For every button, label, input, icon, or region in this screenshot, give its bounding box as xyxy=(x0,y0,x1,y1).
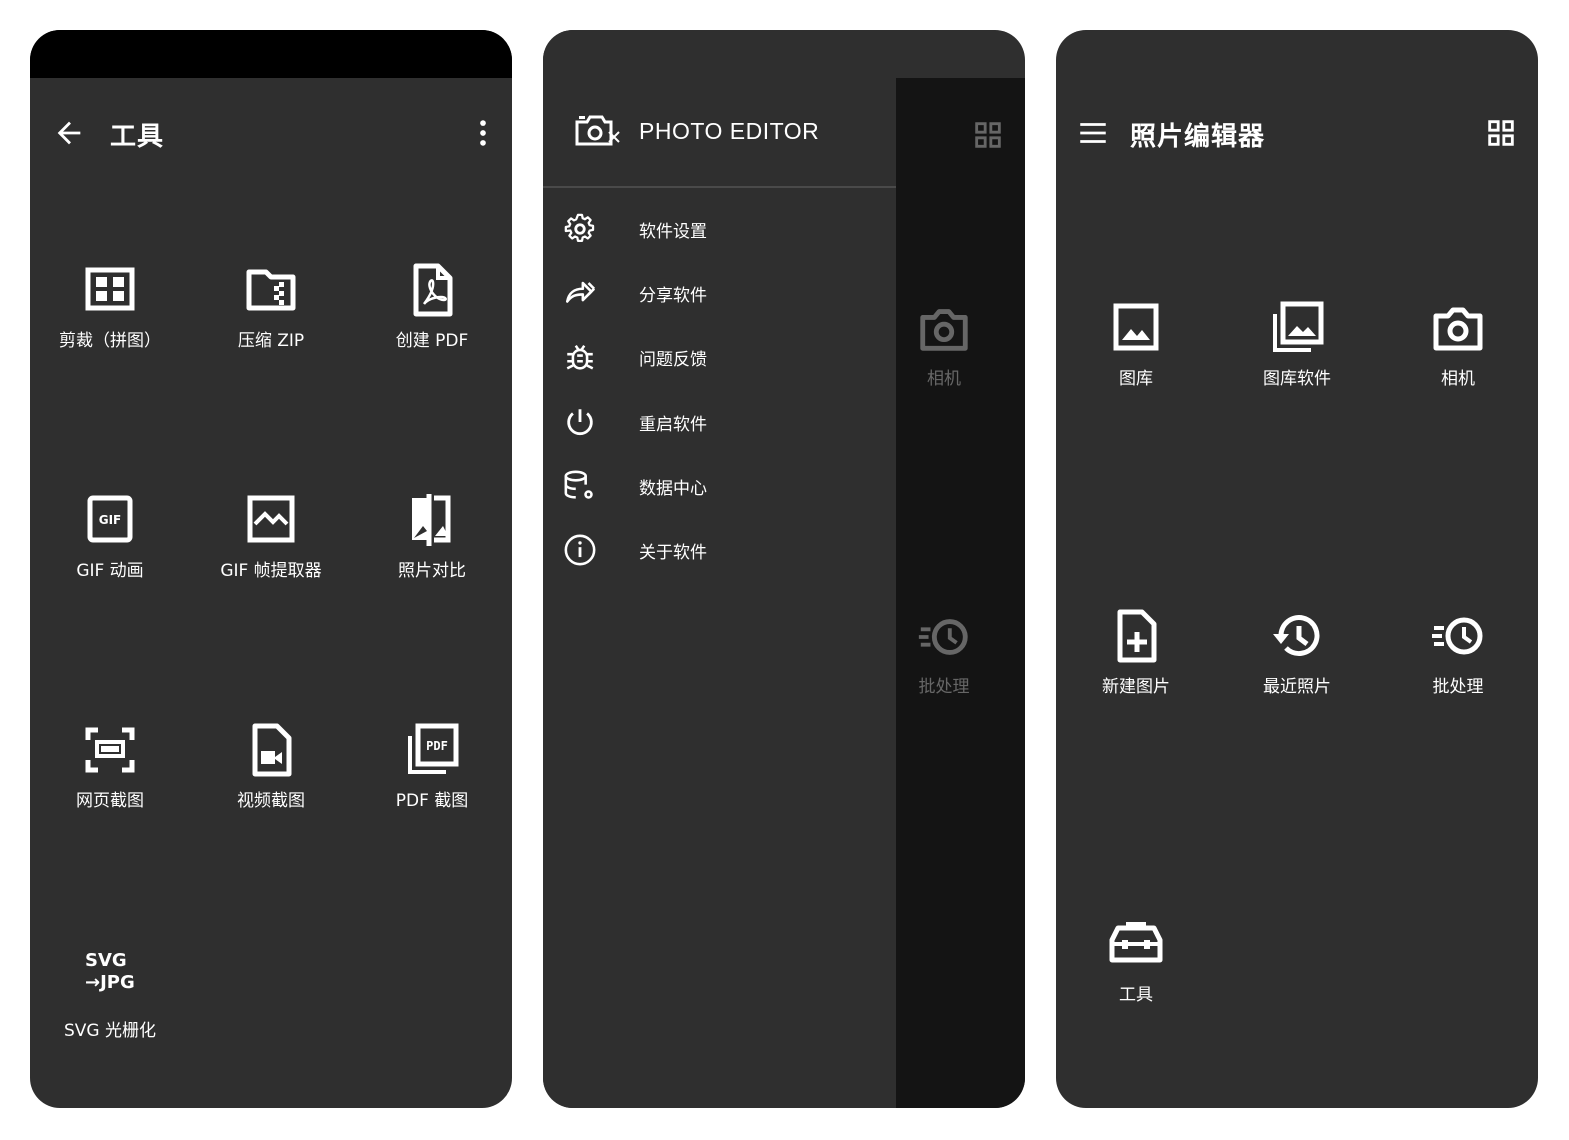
home-label: 工具 xyxy=(1119,985,1153,1005)
collage-grid-icon xyxy=(80,260,140,320)
behind-item-batch: 批处理 xyxy=(894,608,994,697)
drawer-brand: PHOTO EDITOR xyxy=(639,118,820,144)
new-file-icon xyxy=(1106,606,1166,666)
tool-item-gif-extractor[interactable]: GIF 帧提取器 xyxy=(191,490,351,581)
camera-icon xyxy=(915,300,973,358)
tool-item-svg-rasterize[interactable]: SVG →JPG SVG 光栅化 xyxy=(30,950,190,1041)
home-item-new-image[interactable]: 新建图片 xyxy=(1056,606,1216,697)
tool-label: 压缩 ZIP xyxy=(237,331,305,351)
tool-item-video-screenshot[interactable]: 视频截图 xyxy=(191,720,351,811)
info-icon xyxy=(563,533,597,567)
camera-icon xyxy=(1428,298,1488,358)
batch-clock-icon xyxy=(1428,606,1488,666)
tool-item-zip[interactable]: 压缩 ZIP xyxy=(191,260,351,351)
compare-icon xyxy=(402,490,462,550)
tool-label: GIF 动画 xyxy=(76,561,144,581)
behind-label: 相机 xyxy=(927,369,961,389)
screenshot-icon xyxy=(80,720,140,780)
drawer-screen: 相机 批处理 PHOTO EDITOR 软件设置 分享软件 问题反馈 重启软件 … xyxy=(543,30,1025,1108)
pdf-file-icon xyxy=(402,260,462,320)
share-forward-icon xyxy=(563,276,597,310)
tool-label: 照片对比 xyxy=(398,561,466,581)
home-screen: 照片编辑器 图库 图库软件 相机 新建图片 最近照片 批处理 工具 xyxy=(1056,30,1538,1108)
nav-drawer: PHOTO EDITOR 软件设置 分享软件 问题反馈 重启软件 数据中心 关于… xyxy=(543,30,896,1108)
menu-label: 关于软件 xyxy=(639,543,707,563)
tool-item-gif-animation[interactable]: GIF GIF 动画 xyxy=(30,490,190,581)
status-bar xyxy=(30,30,512,78)
pdf-stack-icon: PDF xyxy=(402,720,462,780)
tool-label: PDF 截图 xyxy=(395,791,469,811)
camera-logo-icon xyxy=(575,114,621,148)
menu-item-restart[interactable]: 重启软件 xyxy=(543,393,896,453)
drawer-scrim[interactable] xyxy=(896,78,1025,1108)
arrow-left-icon[interactable] xyxy=(52,116,86,150)
tool-label: GIF 帧提取器 xyxy=(220,561,322,581)
tool-label: 剪裁（拼图） xyxy=(59,331,161,351)
svg-badge-line1: SVG xyxy=(85,950,127,971)
menu-item-feedback[interactable]: 问题反馈 xyxy=(543,328,896,388)
video-file-icon xyxy=(241,720,301,780)
menu-label: 数据中心 xyxy=(639,479,707,499)
more-vert-icon[interactable] xyxy=(466,116,500,150)
menu-label: 分享软件 xyxy=(639,286,707,306)
tool-label: 视频截图 xyxy=(237,791,305,811)
menu-label: 软件设置 xyxy=(639,222,707,242)
menu-item-settings[interactable]: 软件设置 xyxy=(543,200,896,260)
history-icon xyxy=(1267,606,1327,666)
home-item-camera[interactable]: 相机 xyxy=(1378,298,1538,389)
home-label: 新建图片 xyxy=(1102,677,1170,697)
svg-text:PDF: PDF xyxy=(426,739,448,753)
home-label: 相机 xyxy=(1441,369,1475,389)
gear-icon xyxy=(563,212,597,246)
home-label: 图库 xyxy=(1119,369,1153,389)
menu-item-share[interactable]: 分享软件 xyxy=(543,264,896,324)
zip-folder-icon xyxy=(241,260,301,320)
home-label: 图库软件 xyxy=(1263,369,1331,389)
tool-item-compare[interactable]: 照片对比 xyxy=(352,490,512,581)
home-item-gallery[interactable]: 图库 xyxy=(1056,298,1216,389)
svg-jpg-icon: SVG →JPG xyxy=(65,950,155,1010)
gallery-icon xyxy=(1106,298,1166,358)
page-title: 工具 xyxy=(110,122,165,152)
home-app-bar: 照片编辑器 xyxy=(1056,78,1538,188)
gif-icon: GIF xyxy=(80,490,140,550)
tool-label: 创建 PDF xyxy=(395,331,469,351)
home-item-gallery-apps[interactable]: 图库软件 xyxy=(1217,298,1377,389)
tool-label: 网页截图 xyxy=(76,791,144,811)
grid-view-icon[interactable] xyxy=(1484,116,1518,150)
tool-item-collage[interactable]: 剪裁（拼图） xyxy=(30,260,190,351)
tool-item-create-pdf[interactable]: 创建 PDF xyxy=(352,260,512,351)
menu-item-data-center[interactable]: 数据中心 xyxy=(543,457,896,517)
gallery-stack-icon xyxy=(1267,298,1327,358)
tool-label: SVG 光栅化 xyxy=(64,1021,156,1041)
bug-icon xyxy=(563,340,597,374)
grid-view-icon xyxy=(971,118,1005,152)
home-item-batch[interactable]: 批处理 xyxy=(1378,606,1538,697)
behind-item-camera: 相机 xyxy=(894,300,994,389)
behind-label: 批处理 xyxy=(918,677,970,697)
home-item-tools[interactable]: 工具 xyxy=(1056,914,1216,1005)
menu-label: 重启软件 xyxy=(639,415,707,435)
power-icon xyxy=(563,405,597,439)
menu-item-about[interactable]: 关于软件 xyxy=(543,521,896,581)
drawer-header: PHOTO EDITOR xyxy=(543,78,896,188)
tools-app-bar: 工具 xyxy=(30,78,512,188)
menu-label: 问题反馈 xyxy=(639,350,707,370)
svg-badge-line2: →JPG xyxy=(85,972,135,993)
toolbox-icon xyxy=(1106,914,1166,974)
home-label: 最近照片 xyxy=(1263,677,1331,697)
home-label: 批处理 xyxy=(1432,677,1484,697)
hamburger-icon[interactable] xyxy=(1076,116,1110,150)
home-item-recent[interactable]: 最近照片 xyxy=(1217,606,1377,697)
database-settings-icon xyxy=(563,469,597,503)
tool-item-pdf-screenshot[interactable]: PDF PDF 截图 xyxy=(352,720,512,811)
page-title: 照片编辑器 xyxy=(1130,122,1266,152)
tool-item-web-screenshot[interactable]: 网页截图 xyxy=(30,720,190,811)
image-frame-icon xyxy=(241,490,301,550)
batch-clock-icon xyxy=(915,608,973,666)
tools-screen: 工具 剪裁（拼图） 压缩 ZIP 创建 PDF GIF GIF 动画 GIF 帧… xyxy=(30,30,512,1108)
svg-text:GIF: GIF xyxy=(99,513,122,527)
